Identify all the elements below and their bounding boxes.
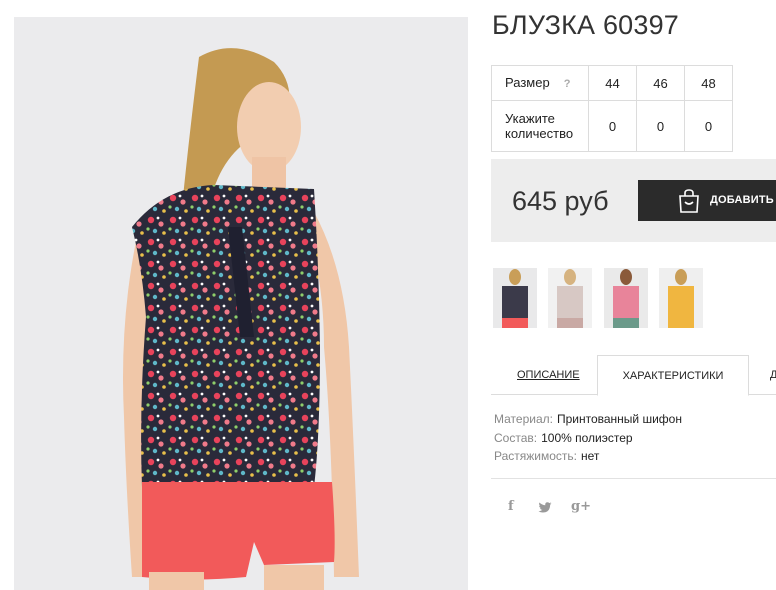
twitter-icon[interactable] (538, 502, 552, 514)
size-help-icon[interactable]: ? (564, 78, 571, 90)
size-table: Размер? 44 46 48 Укажите количество 0 0 … (491, 65, 733, 152)
size-row: Размер? 44 46 48 (491, 65, 733, 101)
size-label: Размер (505, 74, 550, 90)
characteristic-value: нет (581, 449, 600, 463)
size-46: 46 (636, 65, 685, 101)
main-product-photo[interactable] (14, 17, 468, 590)
thumbnail-3[interactable] (604, 268, 648, 328)
facebook-icon[interactable]: f (508, 499, 514, 514)
characteristic-value: 100% полиэстер (541, 430, 633, 445)
characteristic-key: Материал: (494, 412, 553, 426)
characteristic-value: Принтованный шифон (556, 412, 682, 426)
add-to-cart-label: ДОБАВИТЬ В КОРЗИНУ (710, 194, 776, 206)
characteristic-row: Материал: Принтованный шифон (494, 410, 682, 429)
characteristic-key: Растяжимость: (494, 449, 578, 463)
tab-description-label: ОПИСАНИЕ (517, 369, 580, 381)
tab-delivery[interactable]: Д (770, 355, 776, 395)
characteristics-list: Материал: Принтованный шифон Состав: 100% … (494, 410, 682, 466)
characteristic-row: Растяжимость: нет (494, 447, 682, 466)
tab-characteristics[interactable]: ХАРАКТЕРИСТИКИ (597, 355, 749, 396)
model-illustration (123, 48, 359, 590)
tab-description[interactable]: ОПИСАНИЕ (517, 355, 580, 395)
thumbnail-2[interactable] (548, 268, 592, 328)
thumbnail-1[interactable] (493, 268, 537, 328)
product-title: БЛУЗКА 60397 (492, 10, 680, 40)
quantity-input-44[interactable]: 0 (588, 100, 637, 152)
product-price: 645 руб (512, 186, 609, 216)
size-44: 44 (588, 65, 637, 101)
tab-characteristics-label: ХАРАКТЕРИСТИКИ (622, 370, 724, 382)
quantity-input-48[interactable]: 0 (684, 100, 733, 152)
tab-delivery-label: Д (770, 369, 776, 381)
size-label-cell: Размер? (491, 65, 589, 101)
add-to-cart-button[interactable]: ДОБАВИТЬ В КОРЗИНУ (638, 180, 776, 221)
divider (491, 478, 776, 479)
google-plus-icon[interactable]: g+ (571, 499, 591, 514)
product-tabs: ОПИСАНИЕ ХАРАКТЕРИСТИКИ Д (491, 355, 776, 396)
characteristic-row: Состав: 100% полиэстер (494, 429, 682, 448)
quantity-label: Укажите количество (491, 100, 589, 152)
price-box: 645 руб ДОБАВИТЬ В КОРЗИНУ (491, 159, 776, 242)
quantity-row: Укажите количество 0 0 0 (491, 100, 733, 152)
thumbnail-4[interactable] (659, 268, 703, 328)
characteristic-key: Состав: (494, 430, 538, 445)
quantity-input-46[interactable]: 0 (636, 100, 685, 152)
size-48: 48 (684, 65, 733, 101)
shopping-bag-icon (679, 189, 699, 213)
